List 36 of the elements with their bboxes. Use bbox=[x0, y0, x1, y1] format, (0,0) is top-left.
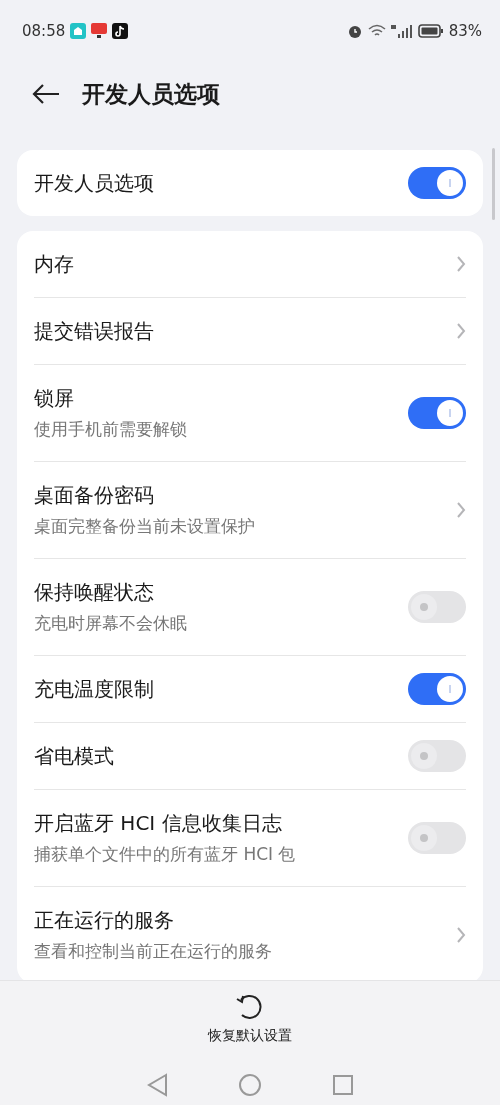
setting-description: 查看和控制当前正在运行的服务 bbox=[34, 940, 273, 963]
toggle-switch[interactable] bbox=[408, 740, 466, 772]
setting-title: 桌面备份密码 bbox=[34, 482, 155, 509]
wifi-icon bbox=[367, 24, 386, 38]
setting-title: 充电温度限制 bbox=[34, 675, 155, 703]
back-nav-icon[interactable] bbox=[146, 1073, 168, 1097]
setting-title: 省电模式 bbox=[34, 742, 115, 770]
setting-title: 正在运行的服务 bbox=[34, 907, 175, 934]
setting-title: 开启蓝牙 HCI 信息收集日志 bbox=[34, 810, 283, 837]
setting-title: 保持唤醒状态 bbox=[34, 579, 155, 606]
setting-title: 锁屏 bbox=[34, 385, 75, 412]
setting-title: 开发人员选项 bbox=[34, 169, 155, 197]
chevron-icon bbox=[456, 926, 466, 944]
setting-description: 捕获单个文件中的所有蓝牙 HCI 包 bbox=[34, 843, 297, 866]
setting-description: 充电时屏幕不会休眠 bbox=[34, 612, 188, 635]
page-title: 开发人员选项 bbox=[82, 79, 220, 109]
chevron-icon bbox=[456, 501, 466, 519]
signal-icon bbox=[390, 23, 413, 39]
setting-title: 内存 bbox=[34, 250, 75, 278]
clock: 08:58 bbox=[22, 22, 66, 40]
back-icon[interactable] bbox=[32, 84, 60, 104]
battery-level: 83% bbox=[448, 22, 482, 40]
chevron-icon bbox=[456, 255, 466, 273]
battery-icon bbox=[417, 24, 444, 38]
setting-description: 桌面完整备份当前未设置保护 bbox=[34, 515, 256, 538]
toggle-switch[interactable] bbox=[408, 822, 466, 854]
chevron-icon bbox=[456, 322, 466, 340]
toggle-switch[interactable] bbox=[408, 673, 466, 705]
home-nav-icon[interactable] bbox=[238, 1073, 262, 1097]
setting-title: 提交错误报告 bbox=[34, 317, 155, 345]
setting-description: 使用手机前需要解锁 bbox=[34, 418, 188, 441]
toggle-switch[interactable] bbox=[408, 167, 466, 199]
toggle-switch[interactable] bbox=[408, 591, 466, 623]
toggle-switch[interactable] bbox=[408, 397, 466, 429]
reset-defaults-button[interactable]: 恢复默认设置 bbox=[208, 981, 292, 1045]
recents-nav-icon[interactable] bbox=[332, 1074, 354, 1096]
